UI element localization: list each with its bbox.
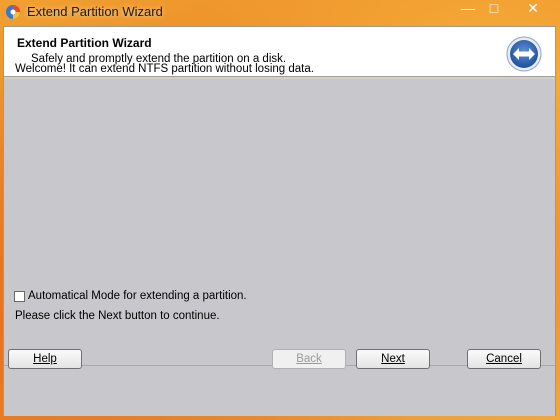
next-button[interactable]: Next [356,349,430,369]
close-button[interactable]: ✕ [518,0,548,20]
back-button-label: Back [296,353,322,365]
help-button-label: Help [33,353,57,365]
window-title: Extend Partition Wizard [27,4,163,19]
extend-arrows-icon [506,36,542,72]
cancel-button-label: Cancel [486,353,522,365]
help-button[interactable]: Help [8,349,82,369]
cancel-button[interactable]: Cancel [467,349,541,369]
auto-mode-option[interactable]: Automatical Mode for extending a partiti… [14,290,247,302]
window-titlebar[interactable]: Extend Partition Wizard — □ ✕ [0,0,560,24]
wizard-footer [4,365,555,416]
header-title: Extend Partition Wizard [17,36,152,50]
hint-text: Please click the Next button to continue… [15,310,220,322]
app-icon [6,5,20,19]
welcome-text: Welcome! It can extend NTFS partition wi… [15,63,314,75]
maximize-button[interactable]: □ [479,0,509,20]
auto-mode-label: Automatical Mode for extending a partiti… [28,290,247,302]
back-button[interactable]: Back [272,349,346,369]
next-button-label: Next [381,353,405,365]
wizard-content [4,79,555,379]
auto-mode-checkbox[interactable] [14,290,25,302]
